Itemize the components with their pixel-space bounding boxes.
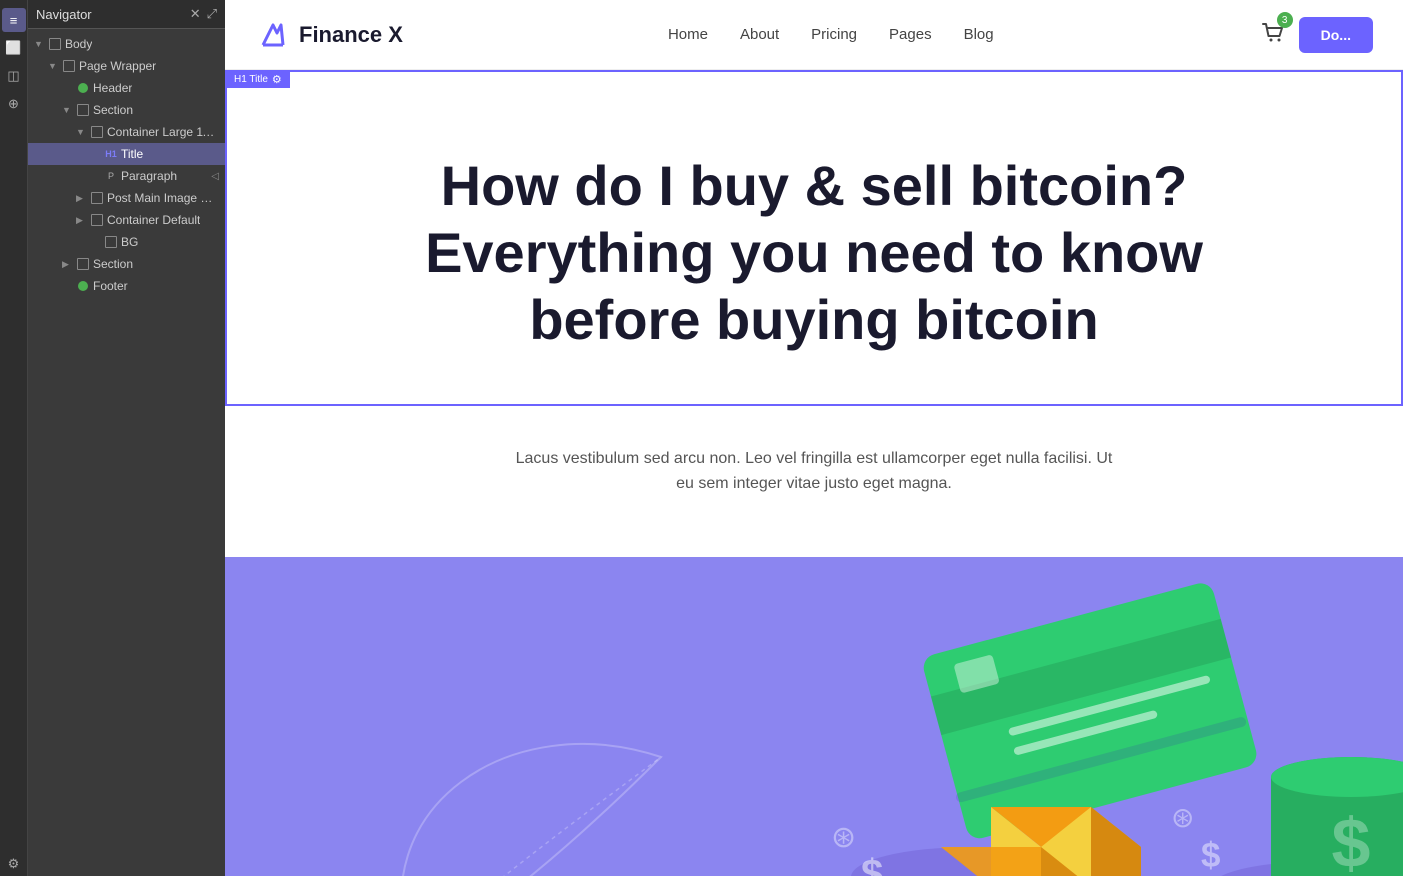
title-badge-gear-icon[interactable]: ⚙	[272, 73, 282, 86]
left-icon-bar: ≡ ⬜ ◫ ⊕ ⚙	[0, 0, 28, 876]
sidebar-title: Navigator	[36, 7, 92, 22]
logo: Finance X	[255, 17, 403, 53]
tree-container-large[interactable]: ▼ Container Large 1162...	[28, 121, 225, 143]
close-icon[interactable]: ✕	[190, 6, 201, 22]
page-icon[interactable]: ⬜	[2, 36, 26, 60]
badge-h1-label: H1 Title	[234, 74, 268, 85]
tree-section1[interactable]: ▼ Section	[28, 99, 225, 121]
svg-text:$: $	[1332, 804, 1371, 876]
nav-links: Home About Pricing Pages Blog	[668, 26, 994, 43]
tree-header[interactable]: Header	[28, 77, 225, 99]
illustration-section: $ $ ⊛ $ ⊛	[225, 557, 1403, 876]
assets-icon[interactable]: ⊕	[2, 92, 26, 116]
tree-title[interactable]: H1 Title	[28, 143, 225, 165]
arrow-container-large: ▼	[76, 127, 90, 137]
subtitle-section: Lacus vestibulum sed arcu non. Leo vel f…	[225, 406, 1403, 557]
arrow-paragraph	[90, 171, 104, 181]
svg-text:$: $	[861, 852, 883, 876]
tree-body[interactable]: ▼ Body	[28, 33, 225, 55]
sidebar-header: Navigator ✕ ⤢	[28, 0, 225, 29]
title-badge: H1 Title ⚙	[226, 71, 290, 88]
svg-text:⊛: ⊛	[1171, 802, 1194, 833]
arrow-page-wrapper: ▼	[48, 61, 62, 71]
nav-about[interactable]: About	[740, 26, 779, 43]
tree-bg[interactable]: BG	[28, 231, 225, 253]
nav-blog[interactable]: Blog	[964, 26, 994, 43]
logo-text: Finance X	[299, 22, 403, 48]
arrow-body: ▼	[34, 39, 48, 49]
title-label: Title	[121, 147, 143, 161]
nav-home[interactable]: Home	[668, 26, 708, 43]
settings-icon[interactable]: ⚙	[2, 852, 26, 876]
main-content: Finance X Home About Pricing Pages Blog	[225, 0, 1403, 876]
cart-badge: 3	[1277, 12, 1293, 28]
arrow-section1: ▼	[62, 105, 76, 115]
post-main-icon	[90, 191, 104, 205]
main-heading: How do I buy & sell bitcoin? Everything …	[364, 132, 1264, 364]
paragraph-label: Paragraph	[121, 169, 177, 183]
nav-pages[interactable]: Pages	[889, 26, 932, 43]
nav-right: 3 Do...	[1259, 17, 1373, 53]
page-content: H1 Title ⚙ How do I buy & sell bitcoin? …	[225, 70, 1403, 876]
title-icon: H1	[104, 147, 118, 161]
page-wrapper-icon	[62, 59, 76, 73]
subtitle-text: Lacus vestibulum sed arcu non. Leo vel f…	[514, 426, 1114, 517]
tree-page-wrapper[interactable]: ▼ Page Wrapper	[28, 55, 225, 77]
arrow-header	[62, 83, 76, 93]
arrow-footer	[62, 281, 76, 291]
bg-icon	[104, 235, 118, 249]
expand-icon[interactable]: ⤢	[207, 6, 217, 22]
arrow-bg	[90, 237, 104, 247]
body-icon	[48, 37, 62, 51]
container-large-label: Container Large 1162...	[107, 125, 219, 139]
footer-label: Footer	[93, 279, 128, 293]
tree-paragraph[interactable]: P Paragraph ◁	[28, 165, 225, 187]
container-default-label: Container Default	[107, 213, 200, 227]
arrow-container-default: ▶	[76, 215, 90, 226]
layers-icon[interactable]: ◫	[2, 64, 26, 88]
cta-button[interactable]: Do...	[1299, 17, 1373, 53]
paragraph-icon: P	[104, 169, 118, 183]
nav-pricing[interactable]: Pricing	[811, 26, 857, 43]
arrow-post-main: ▶	[76, 193, 90, 204]
post-main-label: Post Main Image Wr...	[107, 191, 219, 205]
nav-icon[interactable]: ≡	[2, 8, 26, 32]
section2-label: Section	[93, 257, 133, 271]
section1-icon	[76, 103, 90, 117]
header-icon	[76, 81, 90, 95]
body-label: Body	[65, 37, 92, 51]
logo-icon	[255, 17, 291, 53]
illustration-svg: $ $ ⊛ $ ⊛	[225, 557, 1403, 876]
arrow-title	[90, 149, 104, 159]
section1-label: Section	[93, 103, 133, 117]
svg-text:⊛: ⊛	[831, 821, 856, 854]
bg-label: BG	[121, 235, 138, 249]
footer-icon	[76, 279, 90, 293]
tree-container-default[interactable]: ▶ Container Default	[28, 209, 225, 231]
section2-icon	[76, 257, 90, 271]
tree-post-main[interactable]: ▶ Post Main Image Wr...	[28, 187, 225, 209]
tree-section2[interactable]: ▶ Section	[28, 253, 225, 275]
cart-wrapper[interactable]: 3	[1259, 18, 1287, 51]
sidebar: Navigator ✕ ⤢ ▼ Body ▼ Page Wrapper Head	[28, 0, 225, 876]
navigator-tree: ▼ Body ▼ Page Wrapper Header ▼ Section	[28, 29, 225, 876]
paragraph-indicator: ◁	[211, 171, 219, 182]
svg-text:$: $	[1201, 836, 1220, 875]
arrow-section2: ▶	[62, 259, 76, 270]
title-section: H1 Title ⚙ How do I buy & sell bitcoin? …	[225, 70, 1403, 406]
container-large-icon	[90, 125, 104, 139]
container-default-icon	[90, 213, 104, 227]
header-label: Header	[93, 81, 132, 95]
page-wrapper-label: Page Wrapper	[79, 59, 156, 73]
sidebar-header-icons: ✕ ⤢	[190, 6, 217, 22]
tree-footer[interactable]: Footer	[28, 275, 225, 297]
navbar: Finance X Home About Pricing Pages Blog	[225, 0, 1403, 70]
